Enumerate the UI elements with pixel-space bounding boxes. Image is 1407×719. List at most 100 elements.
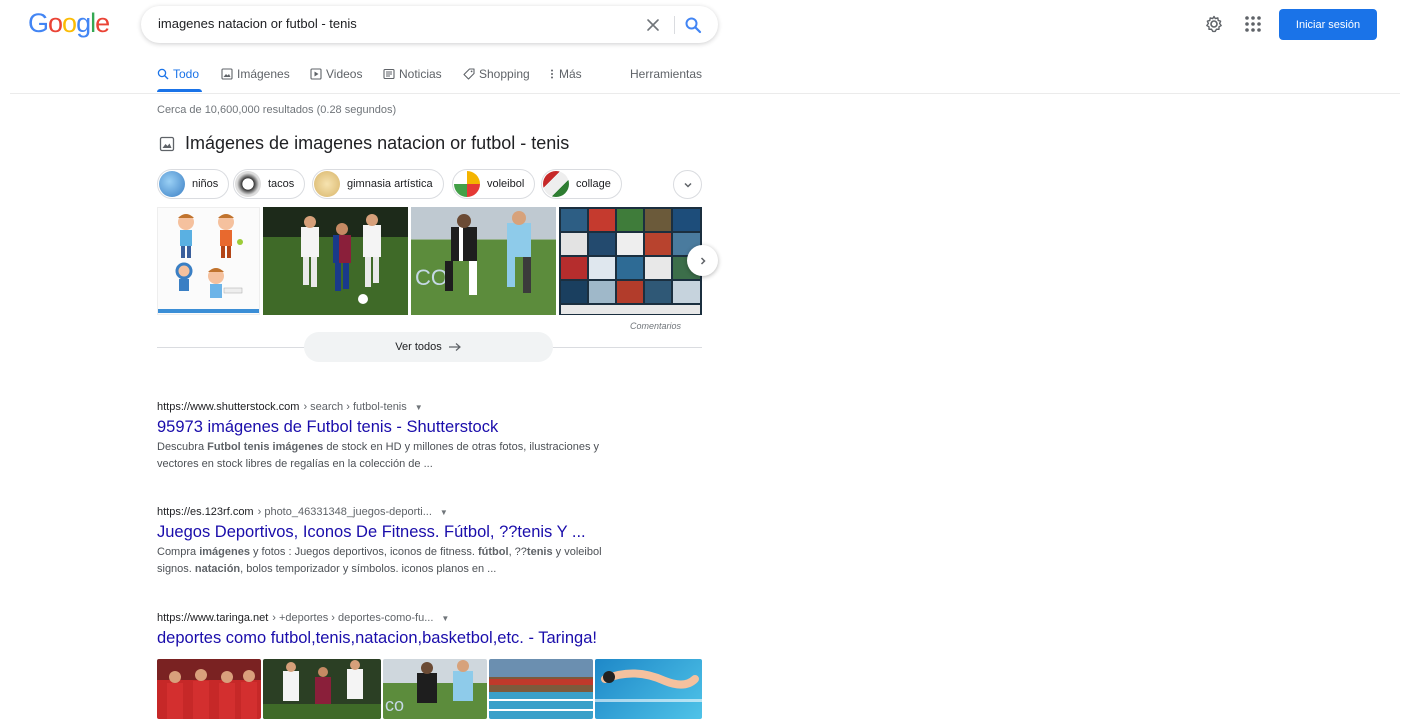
tools-button[interactable]: Herramientas xyxy=(630,67,702,81)
search-result: https://www.taringa.net › +deportes › de… xyxy=(157,612,637,648)
result-title[interactable]: 95973 imágenes de Futbol tenis - Shutter… xyxy=(157,418,637,437)
result-site: https://www.taringa.net xyxy=(157,612,269,624)
svg-text:co: co xyxy=(385,695,404,715)
search-icon xyxy=(157,68,169,80)
logo-letter: o xyxy=(48,8,63,38)
tab-label: Noticias xyxy=(399,67,442,81)
images-heading-text: Imágenes de imagenes natacion or futbol … xyxy=(185,133,570,153)
logo-letter: e xyxy=(95,8,110,38)
result-image[interactable] xyxy=(263,659,381,719)
chips-expand-button[interactable] xyxy=(673,170,702,199)
tab-imagenes[interactable]: Imágenes xyxy=(221,67,290,81)
image-icon xyxy=(159,136,175,151)
caret-down-icon[interactable]: ▼ xyxy=(415,403,423,412)
see-all-button[interactable]: Ver todos xyxy=(304,332,553,362)
search-box xyxy=(141,6,718,43)
result-url[interactable]: https://www.taringa.net › +deportes › de… xyxy=(157,612,637,624)
sign-in-button[interactable]: Iniciar sesión xyxy=(1279,9,1377,40)
chip-ninos[interactable]: niños xyxy=(157,169,230,199)
clear-search-icon[interactable] xyxy=(642,14,664,36)
tab-label: Más xyxy=(559,67,582,81)
active-tab-indicator xyxy=(157,89,202,92)
chip-label: voleibol xyxy=(487,178,525,190)
tab-label: Imágenes xyxy=(237,67,290,81)
snippet-part: y fotos : Juegos deportivos, iconos de f… xyxy=(249,546,479,558)
chip-label: tacos xyxy=(268,178,295,190)
image-icon xyxy=(221,68,233,80)
chevron-down-icon xyxy=(683,182,692,188)
result-image[interactable]: co xyxy=(383,659,487,719)
logo-letter: g xyxy=(76,8,91,38)
image-thumbnail[interactable] xyxy=(559,207,702,315)
result-image[interactable] xyxy=(157,659,261,719)
chip-voleibol[interactable]: voleibol xyxy=(452,169,536,199)
logo-letter: G xyxy=(28,8,49,38)
search-result: https://www.shutterstock.com › search › … xyxy=(157,401,637,473)
result-path: › search › futbol-tenis xyxy=(303,401,407,413)
result-title[interactable]: Juegos Deportivos, Iconos De Fitness. Fú… xyxy=(157,523,637,542)
result-title[interactable]: deportes como futbol,tenis,natacion,bask… xyxy=(157,629,637,648)
result-image[interactable] xyxy=(595,659,702,719)
chip-label: niños xyxy=(192,178,219,190)
tab-videos[interactable]: Videos xyxy=(310,67,362,81)
google-logo[interactable]: Google xyxy=(28,8,110,39)
result-stats: Cerca de 10,600,000 resultados (0.28 seg… xyxy=(157,104,397,116)
tab-label: Shopping xyxy=(479,67,530,81)
tab-mas[interactable]: Más xyxy=(549,67,582,81)
image-thumbnail[interactable] xyxy=(263,207,408,315)
snippet-part: , ?? xyxy=(508,546,527,558)
snippet-part: Descubra xyxy=(157,441,208,453)
tab-label: Todo xyxy=(173,67,200,81)
snippet-part: , bolos temporizador y símbolos. iconos … xyxy=(240,563,497,575)
search-icon[interactable] xyxy=(681,13,705,37)
more-vert-icon xyxy=(551,69,553,79)
tab-todo[interactable]: Todo xyxy=(157,67,199,81)
svg-text:CO: CO xyxy=(415,265,448,290)
chip-thumbnail xyxy=(235,171,261,197)
header-divider xyxy=(10,93,1400,94)
caret-down-icon[interactable]: ▼ xyxy=(440,508,448,517)
arrow-right-icon xyxy=(448,343,461,351)
chip-thumbnail xyxy=(159,171,185,197)
chip-gimnasia[interactable]: gimnasia artística xyxy=(312,169,444,199)
result-site: https://www.shutterstock.com xyxy=(157,401,300,413)
snippet-part: Futbol tenis imágenes xyxy=(207,441,324,453)
tag-icon xyxy=(463,68,475,80)
result-image[interactable] xyxy=(489,659,593,719)
result-site: https://es.123rf.com xyxy=(157,506,254,518)
chevron-right-icon xyxy=(700,256,706,265)
apps-grid-icon[interactable] xyxy=(1243,14,1263,34)
images-heading[interactable]: Imágenes de imagenes natacion or futbol … xyxy=(159,133,569,154)
feedback-link[interactable]: Comentarios xyxy=(630,321,681,331)
tab-shopping[interactable]: Shopping xyxy=(463,67,530,81)
search-divider xyxy=(674,16,675,34)
result-url[interactable]: https://www.shutterstock.com › search › … xyxy=(157,401,637,413)
tab-noticias[interactable]: Noticias xyxy=(383,67,442,81)
snippet-part: tenis xyxy=(526,546,553,558)
see-all-label: Ver todos xyxy=(395,341,442,353)
video-icon xyxy=(310,68,322,80)
chip-thumbnail xyxy=(454,171,480,197)
search-input[interactable] xyxy=(158,16,628,31)
snippet-part: fútbol xyxy=(478,546,509,558)
snippet-part: Compra xyxy=(157,546,200,558)
result-url[interactable]: https://es.123rf.com › photo_46331348_ju… xyxy=(157,506,637,518)
chip-collage[interactable]: collage xyxy=(541,169,622,199)
result-path: › +deportes › deportes-como-fu... xyxy=(272,612,434,624)
result-snippet: Compra imágenes y fotos : Juegos deporti… xyxy=(157,544,637,578)
chip-label: gimnasia artística xyxy=(347,178,433,190)
image-thumbnail[interactable]: CO xyxy=(411,207,556,315)
carousel-next-button[interactable] xyxy=(687,245,718,276)
snippet-part: natación xyxy=(194,563,241,575)
chip-tacos[interactable]: tacos xyxy=(233,169,306,199)
logo-letter: o xyxy=(62,8,77,38)
chip-thumbnail xyxy=(314,171,340,197)
result-snippet: Descubra Futbol tenis imágenes de stock … xyxy=(157,439,637,473)
image-thumbnail[interactable] xyxy=(157,207,260,315)
snippet-part: imágenes xyxy=(199,546,250,558)
settings-gear-icon[interactable] xyxy=(1204,14,1224,34)
news-icon xyxy=(383,68,395,80)
search-result: https://es.123rf.com › photo_46331348_ju… xyxy=(157,506,637,578)
result-path: › photo_46331348_juegos-deporti... xyxy=(257,506,432,518)
caret-down-icon[interactable]: ▼ xyxy=(441,614,449,623)
